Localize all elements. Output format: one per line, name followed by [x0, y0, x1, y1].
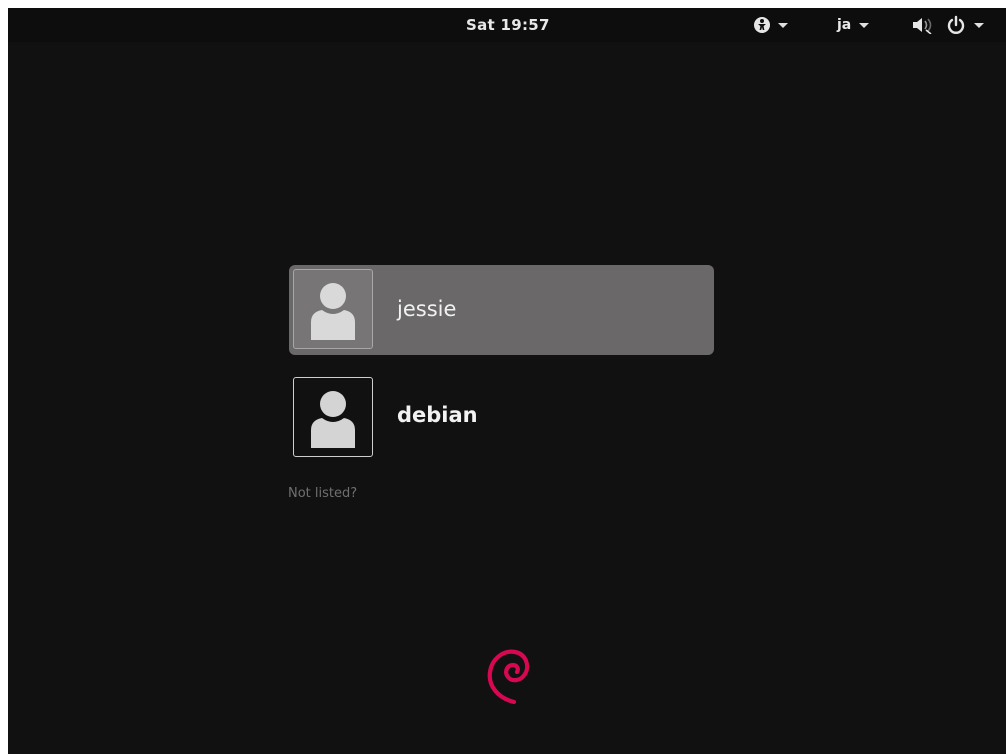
volume-muted-icon — [913, 18, 932, 34]
language-menu[interactable]: ja — [837, 13, 870, 37]
not-listed-link[interactable]: Not listed? — [288, 486, 357, 501]
user-name: debian — [397, 403, 478, 427]
avatar — [293, 377, 373, 457]
chevron-down-icon — [859, 22, 870, 28]
language-label: ja — [837, 17, 852, 33]
user-avatar-icon — [311, 283, 355, 340]
user-item-debian[interactable]: debian — [289, 373, 714, 463]
power-icon — [947, 15, 965, 34]
accessibility-menu[interactable] — [754, 13, 788, 37]
user-name: jessie — [397, 297, 457, 321]
user-avatar-icon — [311, 391, 355, 448]
debian-swirl-icon — [487, 649, 530, 705]
clock[interactable]: Sat 19:57 — [466, 16, 550, 34]
avatar — [293, 269, 373, 349]
login-screen: Sat 19:57 ja jessie debian Not listed? — [8, 8, 1006, 754]
top-bar: Sat 19:57 ja — [8, 8, 1006, 42]
chevron-down-icon — [778, 22, 788, 28]
accessibility-icon — [754, 17, 770, 33]
chevron-down-icon — [974, 22, 984, 28]
user-item-jessie[interactable]: jessie — [289, 265, 714, 355]
system-menu[interactable] — [912, 13, 984, 37]
